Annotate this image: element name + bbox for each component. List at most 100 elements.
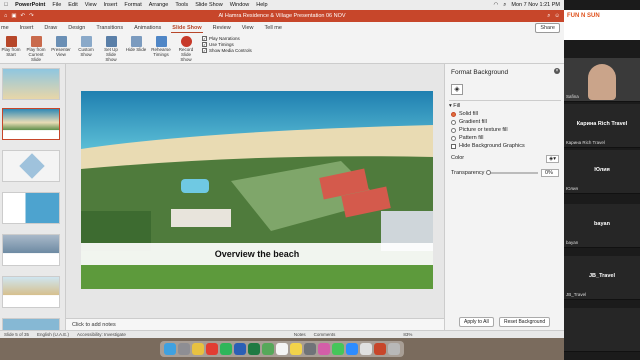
menu-slideshow[interactable]: Slide Show (195, 2, 223, 8)
messages-icon[interactable] (332, 343, 344, 355)
tab-animations[interactable]: Animations (133, 24, 162, 32)
tab-review[interactable]: Review (212, 24, 232, 32)
custom-show-button[interactable]: Custom Show (75, 36, 97, 58)
zoom-app-icon[interactable] (346, 343, 358, 355)
radio-button[interactable] (451, 127, 456, 133)
participant-video[interactable]: Safina (564, 58, 640, 102)
fill-bucket-icon[interactable]: ◈ (451, 84, 463, 95)
reset-background-button[interactable]: Reset Background (499, 317, 551, 327)
slide-thumbnail-selected[interactable] (2, 108, 60, 140)
finder-icon[interactable] (164, 343, 176, 355)
comments-button[interactable]: Comments (314, 332, 336, 337)
fill-section-header[interactable]: ▾ Fill (449, 103, 561, 109)
search-icon[interactable]: ⌕ (503, 2, 506, 9)
slide-caption[interactable]: Overview the beach (81, 243, 433, 265)
menu-edit[interactable]: Edit (68, 2, 77, 8)
use-timings-option[interactable]: ✓ Use Timings (202, 42, 252, 47)
set-up-slide-show-button[interactable]: Set Up Slide Show (100, 36, 122, 63)
record-slide-show-button[interactable]: Record Slide Show (175, 36, 197, 63)
settings-icon[interactable] (304, 343, 316, 355)
accessibility-status[interactable]: Accessibility: Investigate (77, 332, 126, 337)
user-icon[interactable]: ☺ (554, 13, 560, 20)
apple-icon[interactable]:  (4, 2, 8, 8)
hide-background-graphics-option[interactable]: Hide Background Graphics (451, 143, 561, 149)
current-slide[interactable]: Overview the beach (81, 91, 433, 289)
play-from-current-button[interactable]: Play from Current Slide (25, 36, 47, 63)
tell-me[interactable]: Tell me (264, 24, 283, 32)
hide-slide-button[interactable]: Hide Slide (125, 36, 147, 53)
chrome-icon[interactable] (192, 343, 204, 355)
presenter-view-button[interactable]: Presenter View (50, 36, 72, 58)
notes-button[interactable]: Notes (294, 332, 306, 337)
word-icon[interactable] (234, 343, 246, 355)
tab-design[interactable]: Design (67, 24, 86, 32)
radio-button[interactable] (451, 111, 456, 117)
participant-tile[interactable] (564, 308, 640, 352)
zoom-level[interactable]: 83% (403, 332, 412, 337)
apply-to-all-button[interactable]: Apply to All (459, 317, 494, 327)
wifi-icon[interactable]: ◠ (493, 2, 498, 8)
redo-icon[interactable]: ↷ (29, 13, 34, 19)
search-icon[interactable]: ⌕ (547, 13, 550, 20)
close-icon[interactable]: × (554, 68, 560, 74)
menu-view[interactable]: View (85, 2, 97, 8)
show-media-controls-option[interactable]: ✓ Show Media Controls (202, 48, 252, 53)
solid-fill-option[interactable]: Solid fill (451, 111, 561, 117)
checkbox[interactable]: ✓ (202, 48, 207, 53)
slide-thumbnail[interactable] (2, 276, 60, 308)
maps-icon[interactable] (262, 343, 274, 355)
files-icon[interactable] (360, 343, 372, 355)
notes-app-icon[interactable] (290, 343, 302, 355)
radio-button[interactable] (451, 119, 456, 125)
undo-icon[interactable]: ↶ (21, 13, 26, 19)
menu-help[interactable]: Help (256, 2, 267, 8)
pattern-fill-option[interactable]: Pattern fill (451, 135, 561, 141)
calendar-icon[interactable] (276, 343, 288, 355)
tab-transitions[interactable]: Transitions (95, 24, 124, 32)
share-button[interactable]: Share (535, 23, 560, 33)
rehearse-timings-button[interactable]: Rehearse Timings (150, 36, 172, 58)
checkbox[interactable]: ✓ (202, 36, 207, 41)
slider-handle[interactable] (486, 170, 492, 175)
participant-tile[interactable]: bayan bayan (564, 204, 640, 248)
save-icon[interactable]: ▣ (11, 13, 16, 19)
home-icon[interactable]: ⌂ (4, 13, 7, 19)
transparency-slider[interactable] (486, 170, 538, 175)
tab-slide-show[interactable]: Slide Show (171, 24, 203, 33)
menu-insert[interactable]: Insert (104, 2, 118, 8)
vivaldi-icon[interactable] (206, 343, 218, 355)
notes-area[interactable]: Click to add notes (66, 318, 444, 330)
tab-home[interactable]: me (0, 24, 10, 32)
color-picker-button[interactable]: ◈▾ (546, 155, 559, 163)
slide-thumbnail-panel[interactable] (0, 64, 66, 330)
menu-tools[interactable]: Tools (175, 2, 188, 8)
radio-button[interactable] (451, 135, 456, 141)
app-menu[interactable]: PowerPoint (15, 2, 45, 8)
picture-fill-option[interactable]: Picture or texture fill (451, 127, 561, 133)
photos-icon[interactable] (318, 343, 330, 355)
trash-icon[interactable] (388, 343, 400, 355)
participant-tile[interactable]: Юлия Юлия (564, 150, 640, 194)
slide-thumbnail[interactable] (2, 150, 60, 182)
tab-draw[interactable]: Draw (43, 24, 58, 32)
slide-thumbnail[interactable] (2, 234, 60, 266)
participant-tile[interactable]: Карина Rich Travel Карина Rich Travel (564, 104, 640, 148)
slide-thumbnail[interactable] (2, 68, 60, 100)
menu-format[interactable]: Format (124, 2, 141, 8)
slide-thumbnail[interactable] (2, 192, 60, 224)
numbers-icon[interactable] (220, 343, 232, 355)
checkbox[interactable] (451, 143, 456, 149)
powerpoint-icon[interactable] (374, 343, 386, 355)
language-indicator[interactable]: English (U.A.E.) (37, 332, 69, 337)
menu-arrange[interactable]: Arrange (149, 2, 169, 8)
participant-tile[interactable]: JB_Travel JB_Travel (564, 256, 640, 300)
menu-window[interactable]: Window (230, 2, 250, 8)
transparency-input[interactable]: 0% (541, 169, 559, 177)
tab-view[interactable]: View (241, 24, 255, 32)
clock[interactable]: Mon 7 Nov 1:21 PM (511, 2, 560, 8)
gradient-fill-option[interactable]: Gradient fill (451, 119, 561, 125)
play-narrations-option[interactable]: ✓ Play Narrations (202, 36, 252, 41)
slide-thumbnail[interactable] (2, 318, 60, 330)
menu-file[interactable]: File (52, 2, 61, 8)
checkbox[interactable]: ✓ (202, 42, 207, 47)
